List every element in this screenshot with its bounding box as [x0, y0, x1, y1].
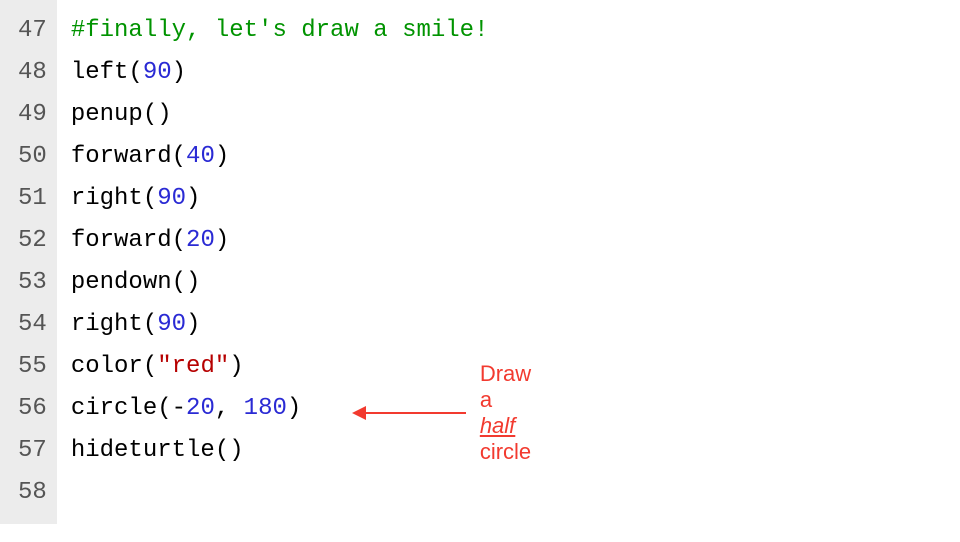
token-ident: color [71, 353, 143, 380]
code-line-54[interactable]: right(90) [71, 304, 489, 346]
token-comment: #finally, let's draw a smile! [71, 17, 489, 44]
token-paren: ( [157, 395, 171, 422]
code-line-47[interactable]: #finally, let's draw a smile! [71, 10, 489, 52]
token-op: - [172, 395, 186, 422]
line-number: 53 [18, 262, 47, 304]
code-area[interactable]: #finally, let's draw a smile! left(90) p… [57, 0, 489, 524]
arrow-line [366, 412, 466, 414]
token-paren: ( [143, 101, 157, 128]
code-line-51[interactable]: right(90) [71, 178, 489, 220]
code-line-58[interactable] [71, 472, 489, 514]
code-line-53[interactable]: pendown() [71, 262, 489, 304]
token-ident: hideturtle [71, 437, 215, 464]
token-paren: ) [186, 185, 200, 212]
token-ident: right [71, 185, 143, 212]
token-ident: forward [71, 227, 172, 254]
code-line-57[interactable]: hideturtle() [71, 430, 489, 472]
token-paren: ( [172, 143, 186, 170]
annotation-callout: Draw a half circle [352, 392, 531, 434]
annotation-prefix: Draw a [480, 361, 531, 412]
code-line-55[interactable]: color("red") [71, 346, 489, 388]
token-number: 90 [157, 185, 186, 212]
annotation-text: Draw a half circle [480, 361, 531, 465]
line-number: 48 [18, 52, 47, 94]
line-number: 56 [18, 388, 47, 430]
line-number: 58 [18, 472, 47, 514]
token-paren: ( [143, 311, 157, 338]
code-line-48[interactable]: left(90) [71, 52, 489, 94]
arrow-head [352, 406, 366, 420]
line-number: 50 [18, 136, 47, 178]
line-number: 55 [18, 346, 47, 388]
token-number: 20 [186, 227, 215, 254]
line-number: 47 [18, 10, 47, 52]
line-number: 54 [18, 304, 47, 346]
token-paren: ( [143, 353, 157, 380]
arrow-left-icon [352, 406, 466, 420]
token-op: , [215, 395, 244, 422]
token-string: "red" [157, 353, 229, 380]
token-ident: pendown [71, 269, 172, 296]
code-line-52[interactable]: forward(20) [71, 220, 489, 262]
annotation-emph: half [480, 413, 515, 438]
token-paren: ) [229, 353, 243, 380]
token-paren: ( [215, 437, 229, 464]
token-paren: ( [172, 227, 186, 254]
token-ident: forward [71, 143, 172, 170]
line-number: 57 [18, 430, 47, 472]
token-paren: ) [287, 395, 301, 422]
code-editor: 47 48 49 50 51 52 53 54 55 56 57 58 #fin… [0, 0, 960, 524]
code-line-49[interactable]: penup() [71, 94, 489, 136]
token-number: 40 [186, 143, 215, 170]
line-number: 49 [18, 94, 47, 136]
token-paren: ) [215, 143, 229, 170]
token-ident: penup [71, 101, 143, 128]
token-ident: circle [71, 395, 157, 422]
token-ident: right [71, 311, 143, 338]
token-paren: ) [157, 101, 171, 128]
token-number: 90 [157, 311, 186, 338]
token-paren: ) [229, 437, 243, 464]
token-paren: ( [143, 185, 157, 212]
line-number: 52 [18, 220, 47, 262]
token-paren: ) [215, 227, 229, 254]
token-number: 20 [186, 395, 215, 422]
line-number-gutter: 47 48 49 50 51 52 53 54 55 56 57 58 [0, 0, 57, 524]
token-paren: ( [172, 269, 186, 296]
line-number: 51 [18, 178, 47, 220]
token-paren: ) [172, 59, 186, 86]
token-number: 180 [244, 395, 287, 422]
token-ident: left [71, 59, 129, 86]
annotation-suffix: circle [480, 439, 531, 464]
token-number: 90 [143, 59, 172, 86]
token-paren: ) [186, 311, 200, 338]
token-paren: ( [128, 59, 142, 86]
token-paren: ) [186, 269, 200, 296]
code-line-50[interactable]: forward(40) [71, 136, 489, 178]
